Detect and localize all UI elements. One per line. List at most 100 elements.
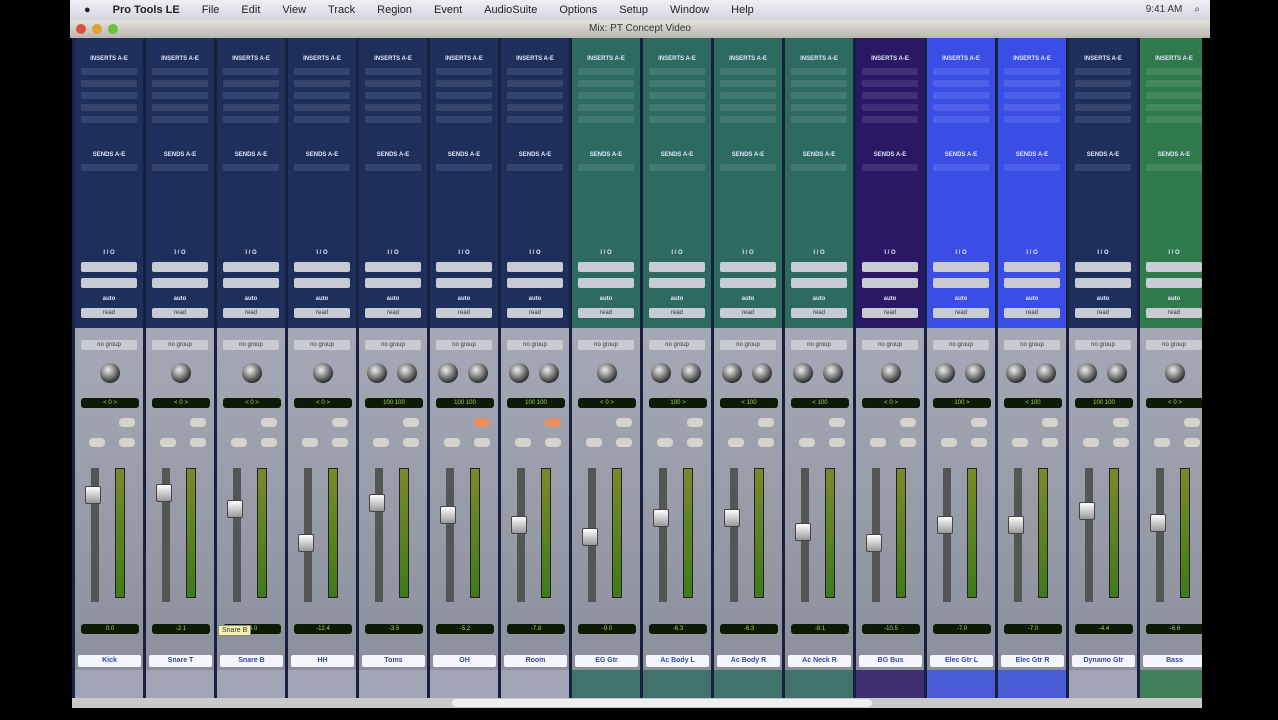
pan-knob-right[interactable]: [539, 363, 559, 383]
mute-button[interactable]: [261, 438, 277, 447]
comments-field[interactable]: [714, 670, 782, 698]
automation-mode[interactable]: read: [1004, 308, 1060, 318]
insert-slot[interactable]: [436, 104, 492, 111]
input-selector[interactable]: [862, 262, 918, 272]
insert-slot[interactable]: [1075, 104, 1131, 111]
comments-field[interactable]: [998, 670, 1066, 698]
pan-knob[interactable]: [935, 363, 955, 383]
insert-slot[interactable]: [436, 92, 492, 99]
input-selector[interactable]: [294, 262, 350, 272]
insert-slot[interactable]: [720, 92, 776, 99]
volume-fader[interactable]: [937, 516, 953, 534]
insert-slot[interactable]: [152, 80, 208, 87]
track-name[interactable]: Ac Neck R: [788, 655, 851, 667]
output-selector[interactable]: [81, 278, 137, 288]
mute-button[interactable]: [545, 438, 561, 447]
insert-slot[interactable]: [791, 68, 847, 75]
comments-field[interactable]: [217, 670, 285, 698]
search-icon[interactable]: ⌕: [1194, 4, 1200, 15]
output-selector[interactable]: [1146, 278, 1202, 288]
insert-slot[interactable]: [507, 68, 563, 75]
output-selector[interactable]: [365, 278, 421, 288]
input-selector[interactable]: [152, 262, 208, 272]
menu-audiosuite[interactable]: AudioSuite: [484, 4, 537, 16]
volume-fader[interactable]: [1079, 501, 1095, 520]
group-selector[interactable]: no group: [720, 340, 776, 350]
solo-button[interactable]: [870, 438, 886, 447]
send-slot[interactable]: [81, 164, 137, 171]
track-name[interactable]: HH: [291, 655, 354, 667]
solo-button[interactable]: [373, 438, 389, 447]
insert-slot[interactable]: [365, 68, 421, 75]
insert-slot[interactable]: [294, 104, 350, 111]
pan-knob[interactable]: [1006, 363, 1026, 383]
insert-slot[interactable]: [720, 68, 776, 75]
insert-slot[interactable]: [81, 116, 137, 123]
insert-slot[interactable]: [1004, 116, 1060, 123]
insert-slot[interactable]: [1075, 92, 1131, 99]
output-selector[interactable]: [791, 278, 847, 288]
insert-slot[interactable]: [152, 116, 208, 123]
insert-slot[interactable]: [791, 80, 847, 87]
input-selector[interactable]: [365, 262, 421, 272]
solo-button[interactable]: [515, 438, 531, 447]
rec-button[interactable]: [403, 418, 419, 427]
pan-knob[interactable]: [793, 363, 813, 383]
insert-slot[interactable]: [933, 80, 989, 87]
input-selector[interactable]: [436, 262, 492, 272]
input-selector[interactable]: [1146, 262, 1202, 272]
send-slot[interactable]: [933, 164, 989, 171]
rec-button[interactable]: [261, 418, 277, 427]
scroll-thumb[interactable]: [452, 699, 872, 707]
automation-mode[interactable]: read: [791, 308, 847, 318]
pan-knob[interactable]: [1077, 363, 1097, 383]
volume-fader[interactable]: [866, 534, 882, 552]
volume-fader[interactable]: [227, 500, 243, 519]
insert-slot[interactable]: [223, 80, 279, 87]
rec-button[interactable]: [119, 418, 135, 427]
insert-slot[interactable]: [507, 80, 563, 87]
zoom-button[interactable]: [108, 24, 118, 34]
pan-knob[interactable]: [171, 363, 191, 383]
solo-button[interactable]: [586, 438, 602, 447]
group-selector[interactable]: no group: [436, 340, 492, 350]
send-slot[interactable]: [578, 164, 634, 171]
mute-button[interactable]: [403, 438, 419, 447]
volume-fader[interactable]: [156, 483, 172, 502]
pan-knob-right[interactable]: [752, 363, 772, 383]
input-selector[interactable]: [1075, 262, 1131, 272]
pan-knob-right[interactable]: [1107, 363, 1127, 383]
close-button[interactable]: [76, 24, 86, 34]
output-selector[interactable]: [436, 278, 492, 288]
pan-knob[interactable]: [651, 363, 671, 383]
automation-mode[interactable]: read: [365, 308, 421, 318]
pan-knob[interactable]: [100, 363, 120, 383]
pan-knob[interactable]: [438, 363, 458, 383]
solo-button[interactable]: [444, 438, 460, 447]
horizontal-scrollbar[interactable]: [72, 698, 1202, 708]
rec-button[interactable]: [1113, 418, 1129, 427]
insert-slot[interactable]: [152, 104, 208, 111]
rec-button[interactable]: [758, 418, 774, 427]
solo-button[interactable]: [89, 438, 105, 447]
insert-slot[interactable]: [294, 116, 350, 123]
insert-slot[interactable]: [649, 116, 705, 123]
track-name[interactable]: Ac Body L: [646, 655, 709, 667]
input-selector[interactable]: [507, 262, 563, 272]
comments-field[interactable]: [430, 670, 498, 698]
output-selector[interactable]: [223, 278, 279, 288]
track-name[interactable]: BG Bus: [859, 655, 922, 667]
pan-knob[interactable]: [313, 363, 333, 383]
minimize-button[interactable]: [92, 24, 102, 34]
insert-slot[interactable]: [578, 92, 634, 99]
insert-slot[interactable]: [791, 104, 847, 111]
insert-slot[interactable]: [81, 68, 137, 75]
insert-slot[interactable]: [223, 116, 279, 123]
mute-button[interactable]: [971, 438, 987, 447]
track-name[interactable]: Snare B: [220, 655, 283, 667]
input-selector[interactable]: [791, 262, 847, 272]
insert-slot[interactable]: [507, 104, 563, 111]
group-selector[interactable]: no group: [649, 340, 705, 350]
track-name[interactable]: OH: [433, 655, 496, 667]
automation-mode[interactable]: read: [436, 308, 492, 318]
